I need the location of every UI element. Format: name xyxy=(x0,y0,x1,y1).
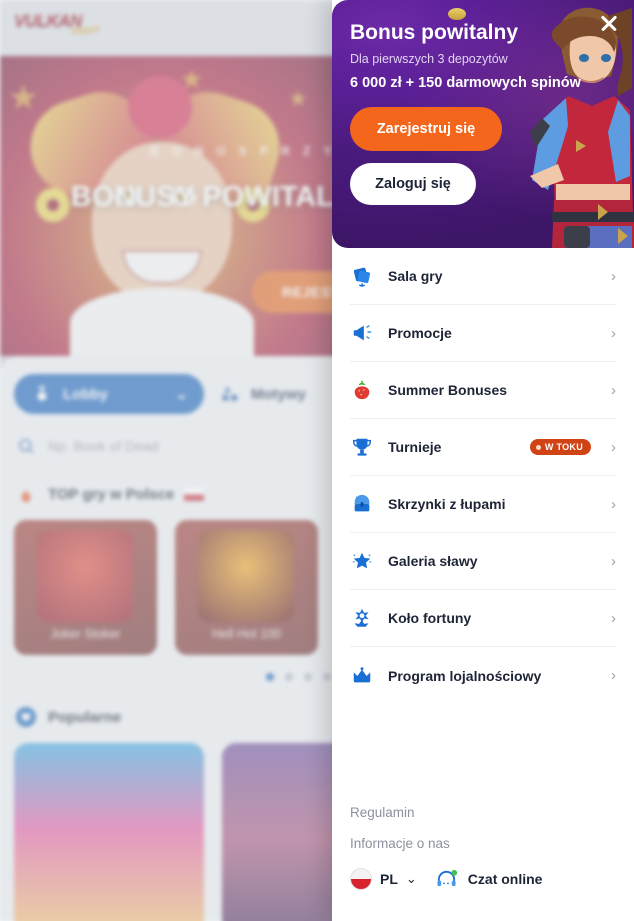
coin-icon xyxy=(448,8,466,20)
chevron-down-icon: ⌄ xyxy=(405,871,417,886)
chevron-right-icon: › xyxy=(611,667,616,684)
chevron-right-icon: › xyxy=(611,609,616,627)
treasure-chest-icon xyxy=(350,492,374,516)
panel-footer: PL ⌄ Czat online xyxy=(332,867,634,921)
menu-item-label: Koło fortuny xyxy=(388,610,472,626)
menu-item-promocje[interactable]: Promocje › xyxy=(350,305,616,362)
menu-item-label: Turnieje xyxy=(388,439,442,455)
menu-item-label: Sala gry xyxy=(388,268,443,284)
online-chat-button[interactable]: Czat online xyxy=(435,867,543,891)
chevron-right-icon: › xyxy=(611,381,616,399)
login-button[interactable]: Zaloguj się xyxy=(350,163,476,205)
menu-item-kolo-fortuny[interactable]: Koło fortuny › xyxy=(350,590,616,647)
cards-icon xyxy=(350,264,374,288)
menu-item-summer-bonuses[interactable]: Summer Bonuses › xyxy=(350,362,616,419)
promo-amount: 6 000 zł + 150 darmowych spinów xyxy=(350,75,581,91)
chevron-right-icon: › xyxy=(611,552,616,570)
close-icon[interactable] xyxy=(596,10,622,36)
chevron-right-icon: › xyxy=(611,324,616,342)
menu-item-sala-gry[interactable]: Sala gry › xyxy=(350,248,616,305)
register-button[interactable]: Zarejestruj się xyxy=(350,107,502,151)
chat-label: Czat online xyxy=(467,871,543,887)
star-icon xyxy=(350,549,374,573)
promo-title: Bonus powitalny xyxy=(350,21,518,44)
poland-flag-icon xyxy=(350,868,372,890)
screen: VULKAN Vegas Zar ★ ★ ★ xyxy=(0,0,634,921)
menu-list: Sala gry › Promocje › Summer Bonuses › T… xyxy=(332,248,634,791)
menu-item-label: Program lojalnościowy xyxy=(388,667,542,684)
language-label: PL xyxy=(380,871,398,887)
megaphone-icon xyxy=(350,321,374,345)
welcome-bonus-promo: Bonus powitalny Dla pierwszych 3 depozyt… xyxy=(332,0,634,248)
menu-item-label: Summer Bonuses xyxy=(388,382,508,398)
fortune-wheel-icon xyxy=(350,606,374,630)
trophy-icon xyxy=(350,435,374,459)
footer-links: Regulamin Informacje o nas xyxy=(332,791,634,867)
menu-item-galeria-slawy[interactable]: Galeria sławy › xyxy=(350,533,616,590)
chevron-right-icon: › xyxy=(611,267,616,285)
chevron-right-icon: › xyxy=(611,438,616,456)
strawberry-icon xyxy=(350,378,374,402)
link-regulamin[interactable]: Regulamin xyxy=(350,805,616,820)
menu-item-label: Galeria sławy xyxy=(388,553,478,569)
chevron-right-icon: › xyxy=(611,495,616,513)
crown-icon xyxy=(350,664,374,688)
headset-icon xyxy=(435,867,459,891)
language-selector[interactable]: PL ⌄ xyxy=(350,868,417,890)
status-badge: W TOKU xyxy=(529,439,591,455)
menu-item-skrzynki[interactable]: Skrzynki z łupami › xyxy=(350,476,616,533)
side-menu-panel: Bonus powitalny Dla pierwszych 3 depozyt… xyxy=(332,0,634,921)
menu-item-label: Promocje xyxy=(388,325,452,341)
menu-item-turnieje[interactable]: Turnieje W TOKU › xyxy=(350,419,616,476)
menu-item-label: Skrzynki z łupami xyxy=(388,496,506,512)
link-informacje-o-nas[interactable]: Informacje o nas xyxy=(350,836,616,851)
menu-item-program-lojalnosciowy[interactable]: Program lojalnościowy › xyxy=(350,647,616,704)
promo-subtitle: Dla pierwszych 3 depozytów xyxy=(350,52,508,66)
